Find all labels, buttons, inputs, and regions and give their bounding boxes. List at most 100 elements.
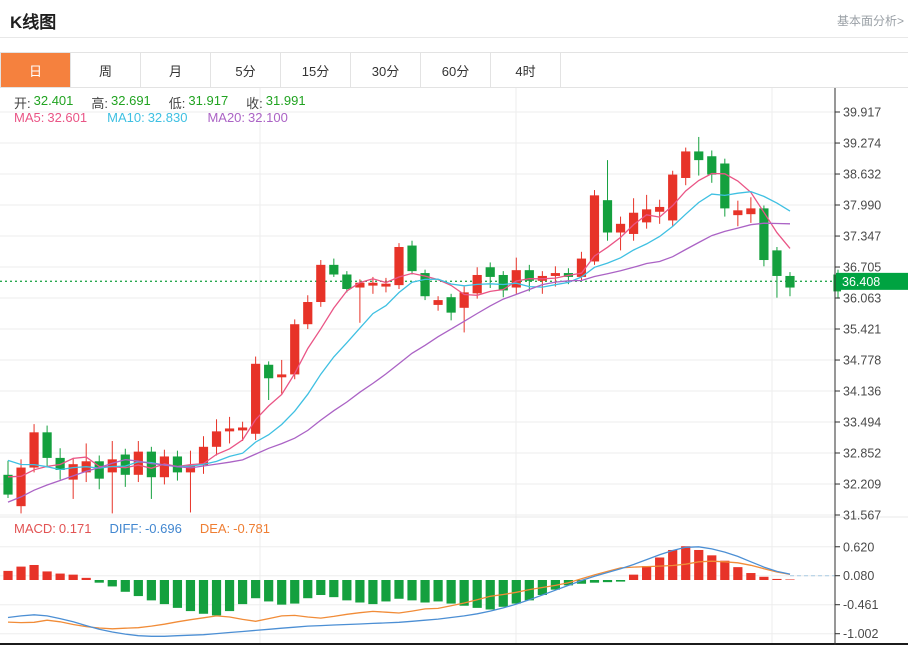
candle[interactable] bbox=[264, 365, 273, 379]
candle[interactable] bbox=[29, 432, 38, 467]
candle[interactable] bbox=[733, 210, 742, 215]
macd-bar[interactable] bbox=[342, 580, 351, 600]
candle[interactable] bbox=[616, 224, 625, 233]
tab-5分[interactable]: 5分 bbox=[211, 53, 281, 87]
tab-4时[interactable]: 4时 bbox=[491, 53, 561, 87]
macd-bar[interactable] bbox=[147, 580, 156, 600]
macd-bar[interactable] bbox=[616, 580, 625, 582]
macd-bar[interactable] bbox=[381, 580, 390, 601]
tab-日[interactable]: 日 bbox=[1, 53, 71, 87]
macd-bar[interactable] bbox=[394, 580, 403, 599]
fundamental-analysis-link[interactable]: 基本面分析> bbox=[837, 12, 904, 29]
macd-bar[interactable] bbox=[264, 580, 273, 601]
candle[interactable] bbox=[3, 475, 12, 495]
candle[interactable] bbox=[590, 195, 599, 261]
macd-bar[interactable] bbox=[42, 571, 51, 580]
macd-bar[interactable] bbox=[290, 580, 299, 604]
candle[interactable] bbox=[160, 456, 169, 477]
macd-bar[interactable] bbox=[707, 555, 716, 580]
macd-bar[interactable] bbox=[629, 575, 638, 580]
macd-bar[interactable] bbox=[329, 580, 338, 597]
macd-bar[interactable] bbox=[134, 580, 143, 596]
candle[interactable] bbox=[772, 250, 781, 276]
candle[interactable] bbox=[277, 374, 286, 377]
tab-15分[interactable]: 15分 bbox=[281, 53, 351, 87]
candle[interactable] bbox=[342, 275, 351, 289]
macd-bar[interactable] bbox=[433, 580, 442, 601]
candle[interactable] bbox=[759, 208, 768, 260]
candle[interactable] bbox=[447, 297, 456, 312]
candle[interactable] bbox=[551, 273, 560, 276]
tab-30分[interactable]: 30分 bbox=[351, 53, 421, 87]
macd-bar[interactable] bbox=[473, 580, 482, 608]
macd-bar[interactable] bbox=[199, 580, 208, 614]
macd-bar[interactable] bbox=[121, 580, 130, 592]
candle[interactable] bbox=[512, 270, 521, 287]
macd-bar[interactable] bbox=[420, 580, 429, 603]
candle[interactable] bbox=[368, 283, 377, 286]
macd-bar[interactable] bbox=[759, 577, 768, 580]
macd-bar[interactable] bbox=[785, 579, 794, 580]
candle[interactable] bbox=[720, 163, 729, 208]
candle[interactable] bbox=[681, 151, 690, 178]
candle[interactable] bbox=[16, 468, 25, 507]
macd-bar[interactable] bbox=[108, 580, 117, 586]
macd-bar[interactable] bbox=[69, 575, 78, 580]
candles-group[interactable] bbox=[3, 137, 842, 513]
macd-bar[interactable] bbox=[212, 580, 221, 615]
macd-bar[interactable] bbox=[186, 580, 195, 611]
candle[interactable] bbox=[655, 207, 664, 212]
macd-bar[interactable] bbox=[29, 565, 38, 580]
candle[interactable] bbox=[42, 432, 51, 458]
macd-bar[interactable] bbox=[355, 580, 364, 603]
macd-bar[interactable] bbox=[720, 561, 729, 580]
macd-bar[interactable] bbox=[694, 550, 703, 580]
candle[interactable] bbox=[629, 213, 638, 234]
macd-bar[interactable] bbox=[225, 580, 234, 611]
macd-bar[interactable] bbox=[316, 580, 325, 595]
candle[interactable] bbox=[251, 364, 260, 434]
candle[interactable] bbox=[694, 151, 703, 160]
macd-bar[interactable] bbox=[733, 567, 742, 580]
macd-bar[interactable] bbox=[16, 567, 25, 580]
candle[interactable] bbox=[746, 208, 755, 214]
candle[interactable] bbox=[238, 428, 247, 431]
candle[interactable] bbox=[316, 265, 325, 302]
macd-bar[interactable] bbox=[590, 580, 599, 583]
kline-chart-canvas[interactable]: 39.91739.27438.63237.99037.34736.70536.0… bbox=[0, 88, 908, 647]
macd-bar[interactable] bbox=[655, 557, 664, 580]
macd-bar[interactable] bbox=[303, 580, 312, 598]
macd-bar[interactable] bbox=[56, 574, 65, 580]
candle[interactable] bbox=[433, 300, 442, 305]
candle[interactable] bbox=[603, 200, 612, 232]
macd-bar[interactable] bbox=[486, 580, 495, 609]
candle[interactable] bbox=[486, 267, 495, 277]
macd-bar[interactable] bbox=[642, 566, 651, 580]
macd-bar[interactable] bbox=[603, 580, 612, 582]
candle[interactable] bbox=[329, 265, 338, 275]
macd-bar[interactable] bbox=[407, 580, 416, 600]
macd-bar[interactable] bbox=[447, 580, 456, 604]
macd-bar[interactable] bbox=[3, 571, 12, 580]
macd-bar[interactable] bbox=[95, 580, 104, 583]
macd-bar[interactable] bbox=[82, 578, 91, 580]
macd-bar[interactable] bbox=[251, 580, 260, 598]
candle[interactable] bbox=[707, 156, 716, 174]
macd-bar[interactable] bbox=[772, 579, 781, 580]
macd-bar[interactable] bbox=[277, 580, 286, 605]
candle[interactable] bbox=[394, 247, 403, 285]
candle[interactable] bbox=[225, 428, 234, 431]
macd-bar[interactable] bbox=[173, 580, 182, 608]
macd-bar[interactable] bbox=[160, 580, 169, 604]
macd-bar[interactable] bbox=[368, 580, 377, 604]
tab-60分[interactable]: 60分 bbox=[421, 53, 491, 87]
tab-周[interactable]: 周 bbox=[71, 53, 141, 87]
candle[interactable] bbox=[381, 284, 390, 287]
candle[interactable] bbox=[785, 276, 794, 288]
candle[interactable] bbox=[407, 246, 416, 272]
candle[interactable] bbox=[212, 431, 221, 446]
macd-bar[interactable] bbox=[238, 580, 247, 604]
macd-bar[interactable] bbox=[746, 573, 755, 580]
tab-月[interactable]: 月 bbox=[141, 53, 211, 87]
candle[interactable] bbox=[668, 175, 677, 221]
